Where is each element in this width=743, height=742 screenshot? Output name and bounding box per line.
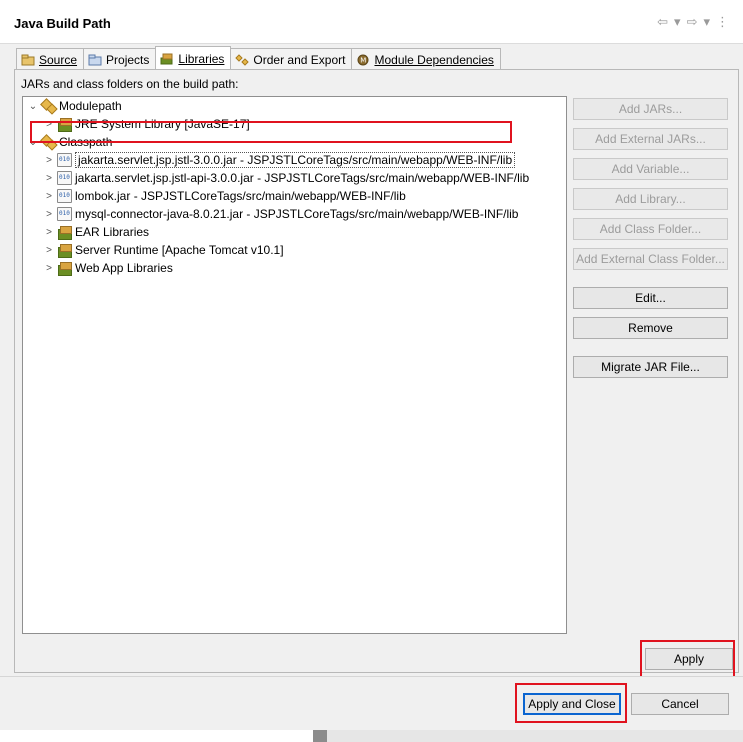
add-class-folder-button[interactable]: Add Class Folder... — [573, 218, 728, 240]
build-path-dialog: Java Build Path ⇦ ▾ ⇨ ▾ ⋮ Source Project… — [0, 0, 743, 742]
dialog-title: Java Build Path — [14, 16, 111, 31]
chevron-right-icon[interactable]: > — [43, 173, 55, 184]
tab-source[interactable]: Source — [16, 48, 85, 69]
tree-node-classpath[interactable]: ⌄ Classpath — [27, 133, 113, 151]
tab-module-dependencies[interactable]: M Module Dependencies — [351, 48, 501, 69]
source-folder-icon — [21, 54, 35, 66]
tree-item-label: lombok.jar - JSPJSTLCoreTags/src/main/we… — [75, 189, 406, 203]
libraries-icon — [160, 53, 174, 65]
chevron-right-icon[interactable]: > — [43, 209, 55, 220]
projects-folder-icon — [88, 54, 102, 66]
tree-item[interactable]: > Server Runtime [Apache Tomcat v10.1] — [43, 241, 284, 259]
add-jars-button[interactable]: Add JARs... — [573, 98, 728, 120]
tree-item[interactable]: > EAR Libraries — [43, 223, 149, 241]
tab-order-export-label: Order and Export — [253, 53, 346, 67]
tree-node-label: Modulepath — [59, 99, 122, 113]
nav-controls: ⇦ ▾ ⇨ ▾ ⋮ — [657, 14, 729, 30]
module-icon: M — [356, 54, 370, 66]
tree-item-label: jakarta.servlet.jsp.jstl-api-3.0.0.jar -… — [75, 171, 530, 185]
jar-icon — [57, 207, 72, 221]
tree-item-selected[interactable]: > jakarta.servlet.jsp.jstl-3.0.0.jar - J… — [43, 151, 516, 169]
more-icon[interactable]: ⋮ — [716, 14, 729, 30]
tree-node-modulepath[interactable]: ⌄ Modulepath — [27, 97, 122, 115]
back-arrow-icon[interactable]: ⇦ — [657, 14, 668, 30]
tree-item[interactable]: > lombok.jar - JSPJSTLCoreTags/src/main/… — [43, 187, 406, 205]
library-icon — [57, 261, 72, 276]
tab-projects-label: Projects — [106, 53, 150, 67]
back-menu-icon[interactable]: ▾ — [674, 14, 681, 30]
library-icon — [57, 243, 72, 258]
tree-item-label: JRE System Library [JavaSE-17] — [75, 117, 250, 131]
jar-icon — [57, 171, 72, 185]
panel-label: JARs and class folders on the build path… — [21, 77, 239, 91]
forward-arrow-icon[interactable]: ⇨ — [687, 14, 698, 30]
tab-libraries-label: Libraries — [178, 52, 225, 66]
tree-item-label: Server Runtime [Apache Tomcat v10.1] — [75, 243, 284, 257]
tree-item-label: mysql-connector-java-8.0.21.jar - JSPJST… — [75, 207, 519, 221]
dialog-header: Java Build Path ⇦ ▾ ⇨ ▾ ⋮ — [0, 0, 743, 44]
chevron-right-icon[interactable]: > — [43, 227, 55, 238]
tab-bar: Source Projects Libraries Order and Expo… — [16, 46, 501, 70]
library-icon — [57, 117, 72, 132]
classpath-icon — [41, 135, 56, 149]
edit-button[interactable]: Edit... — [573, 287, 728, 309]
chevron-right-icon[interactable]: > — [43, 119, 55, 130]
chevron-right-icon[interactable]: > — [43, 263, 55, 274]
svg-text:M: M — [361, 57, 367, 65]
order-export-icon — [235, 54, 250, 66]
chevron-right-icon[interactable]: > — [43, 245, 55, 256]
migrate-jar-button[interactable]: Migrate JAR File... — [573, 356, 728, 378]
jar-icon — [57, 189, 72, 203]
apply-and-close-button[interactable]: Apply and Close — [523, 693, 621, 715]
chevron-right-icon[interactable]: > — [43, 155, 55, 166]
tab-order-export[interactable]: Order and Export — [230, 48, 353, 69]
apply-button[interactable]: Apply — [645, 648, 733, 670]
forward-menu-icon[interactable]: ▾ — [703, 14, 710, 30]
tree-item-label: Web App Libraries — [75, 261, 173, 275]
tab-module-dependencies-label: Module Dependencies — [374, 53, 494, 67]
add-library-button[interactable]: Add Library... — [573, 188, 728, 210]
modulepath-icon — [41, 99, 56, 113]
library-icon — [57, 225, 72, 240]
add-variable-button[interactable]: Add Variable... — [573, 158, 728, 180]
tree-item-label: jakarta.servlet.jsp.jstl-3.0.0.jar - JSP… — [75, 152, 516, 168]
add-external-class-folder-button[interactable]: Add External Class Folder... — [573, 248, 728, 270]
tree-item-label: EAR Libraries — [75, 225, 150, 239]
tree-item[interactable]: > JRE System Library [JavaSE-17] — [43, 115, 250, 133]
chevron-down-icon[interactable]: ⌄ — [27, 101, 39, 112]
tree-item[interactable]: > jakarta.servlet.jsp.jstl-api-3.0.0.jar… — [43, 169, 529, 187]
jar-icon — [57, 153, 72, 167]
add-external-jars-button[interactable]: Add External JARs... — [573, 128, 728, 150]
chevron-down-icon[interactable]: ⌄ — [27, 137, 39, 148]
remove-button[interactable]: Remove — [573, 317, 728, 339]
tab-projects[interactable]: Projects — [83, 48, 157, 69]
chevron-right-icon[interactable]: > — [43, 191, 55, 202]
libraries-panel: JARs and class folders on the build path… — [14, 69, 739, 673]
tab-source-label: Source — [39, 53, 78, 67]
background-strip — [0, 730, 743, 742]
tree-node-label: Classpath — [59, 135, 113, 149]
cancel-button[interactable]: Cancel — [631, 693, 729, 715]
build-path-tree[interactable]: ⌄ Modulepath > JRE System Library [JavaS… — [22, 96, 567, 634]
tree-item[interactable]: > Web App Libraries — [43, 259, 173, 277]
background-window — [313, 730, 743, 742]
tab-libraries[interactable]: Libraries — [155, 46, 232, 69]
tree-item[interactable]: > mysql-connector-java-8.0.21.jar - JSPJ… — [43, 205, 518, 223]
